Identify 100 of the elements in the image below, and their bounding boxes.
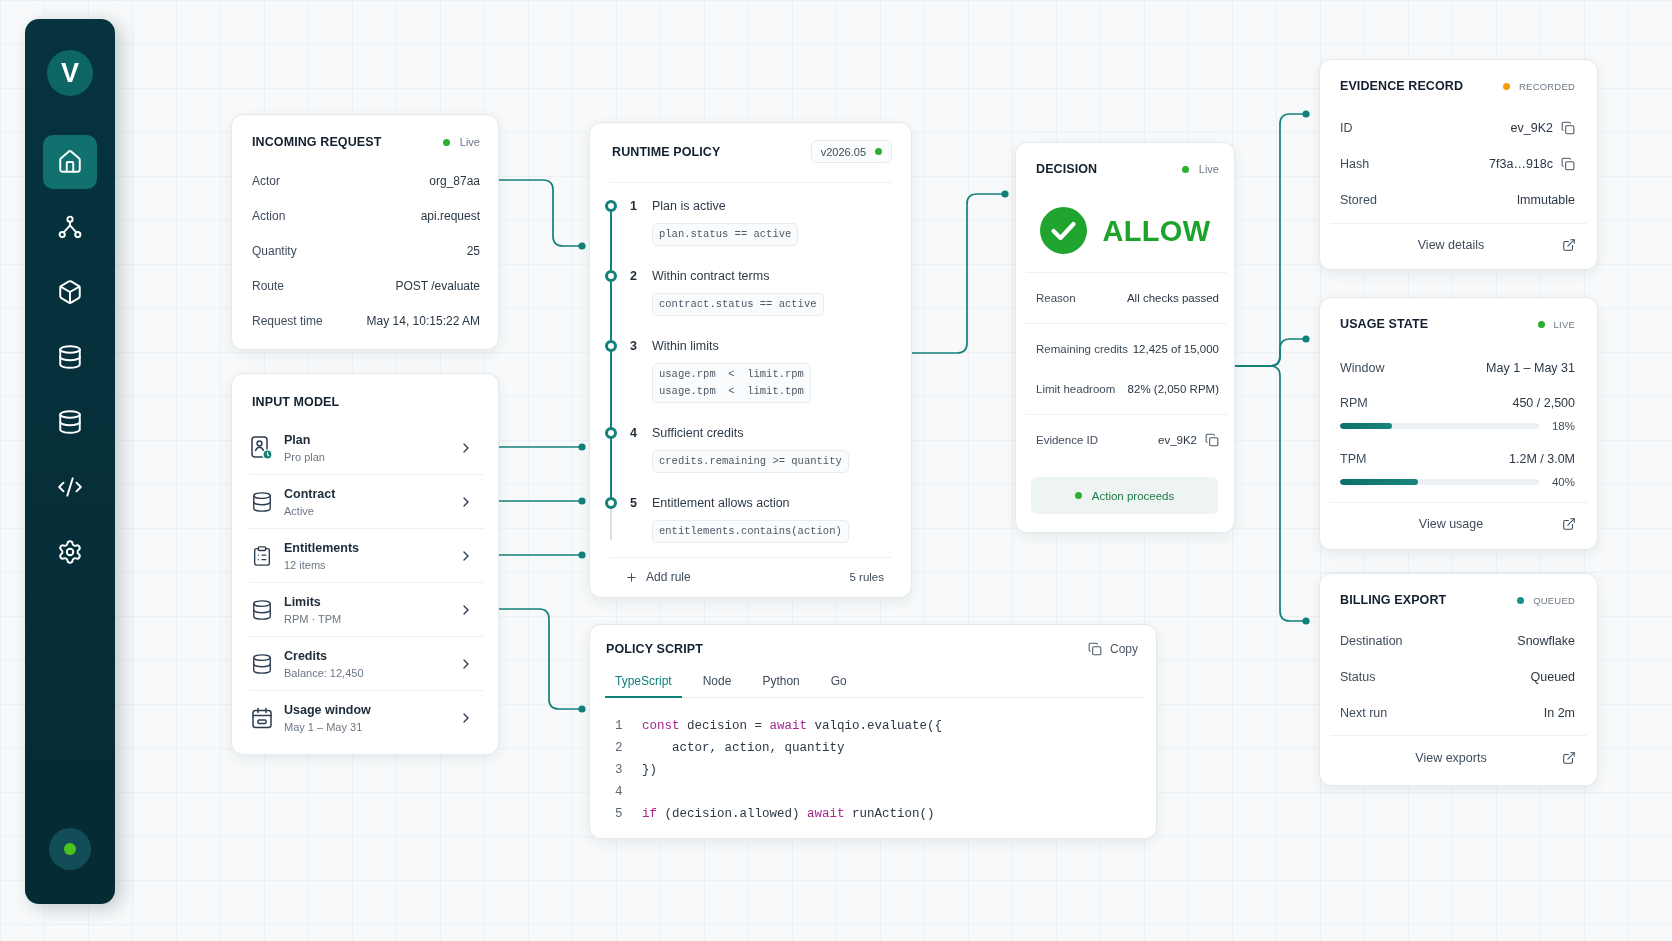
card-title: POLICY SCRIPT xyxy=(606,641,703,657)
copy-icon[interactable] xyxy=(1561,121,1575,135)
rule-title: Entitlement allows action xyxy=(652,494,790,512)
field-value: 7f3a…918c xyxy=(1489,157,1553,171)
clipboard-list-icon xyxy=(251,544,273,567)
field-value: 12,425 of 15,000 xyxy=(1132,343,1219,355)
external-link-icon xyxy=(1562,751,1576,765)
input-model-item[interactable]: Credits Balance: 12,450 xyxy=(249,637,484,691)
status-label: QUEUED xyxy=(1533,594,1575,606)
language-tab[interactable]: Go xyxy=(820,667,857,698)
verdict-label: ALLOW xyxy=(1102,213,1211,248)
rule-number: 1 xyxy=(630,197,637,215)
field-value: 450 / 2,500 xyxy=(1512,396,1575,410)
line-number: 1 xyxy=(615,719,624,733)
settings-icon xyxy=(57,539,83,565)
field-label: Route xyxy=(252,278,285,293)
rule-title: Sufficient credits xyxy=(652,424,744,442)
check-circle-icon xyxy=(1039,207,1087,254)
card-title: INPUT MODEL xyxy=(252,394,340,410)
database-icon xyxy=(57,409,83,435)
input-model-item[interactable]: Entitlements 12 items xyxy=(249,529,484,583)
rule-number: 5 xyxy=(630,494,637,512)
line-number: 2 xyxy=(615,741,624,755)
field-value: May 14, 10:15:22 AM xyxy=(366,313,480,328)
field-label: Evidence ID xyxy=(1036,434,1098,446)
input-model-item[interactable]: Limits RPM · TPM xyxy=(249,583,484,637)
input-model-item[interactable]: Usage window May 1 – May 31 xyxy=(249,691,484,745)
database-icon xyxy=(57,344,83,370)
line-number: 3 xyxy=(615,763,624,777)
language-tab[interactable]: Python xyxy=(752,667,810,698)
rule-title: Plan is active xyxy=(652,197,726,215)
code-line: actor, action, quantity xyxy=(671,741,845,755)
rule-number: 3 xyxy=(630,337,637,355)
database-icon xyxy=(251,598,273,621)
copy-icon[interactable] xyxy=(1205,433,1219,447)
field-label: Remaining credits xyxy=(1036,343,1129,355)
card-footer-link[interactable]: View details xyxy=(1330,234,1587,256)
field-value: Snowflake xyxy=(1517,634,1575,648)
field-value: Queued xyxy=(1530,670,1575,684)
version-label: v2026.05 xyxy=(820,145,866,158)
code-snippet: entitlements.contains(action) xyxy=(652,519,849,543)
field-label: Quantity xyxy=(252,243,297,258)
field-label: Hash xyxy=(1340,157,1370,171)
rule-title: Within contract terms xyxy=(652,267,770,285)
card-footer-link[interactable]: View usage xyxy=(1330,513,1587,535)
field-label: Reason xyxy=(1036,292,1076,304)
field-label: TPM xyxy=(1340,452,1367,466)
field-value: 25 xyxy=(466,243,480,258)
rule-number: 2 xyxy=(630,267,637,285)
calendar-icon xyxy=(251,707,273,729)
field-label: RPM xyxy=(1340,396,1368,410)
line-number: 4 xyxy=(615,785,624,799)
field-value: 1.2M / 3.0M xyxy=(1509,452,1575,466)
field-value: api.request xyxy=(420,208,480,223)
outcome-label: Action proceeds xyxy=(1091,489,1175,502)
input-model-item[interactable]: Contract Active xyxy=(249,475,484,529)
card-footer-link[interactable]: View exports xyxy=(1330,747,1587,769)
database-icon xyxy=(251,652,273,675)
home-icon xyxy=(57,149,83,175)
percent-label: 18% xyxy=(1551,420,1575,432)
line-number: 5 xyxy=(615,807,624,821)
code-line: }) xyxy=(642,763,657,777)
external-link-icon xyxy=(1562,517,1576,531)
copy-button[interactable]: Copy xyxy=(1088,642,1138,656)
user-document-icon xyxy=(251,435,273,460)
input-model-item[interactable]: Plan Pro plan xyxy=(249,421,484,475)
field-label: Next run xyxy=(1340,706,1388,720)
code-snippet: contract.status == active xyxy=(652,292,824,316)
field-value: org_87aa xyxy=(429,173,480,188)
field-value: ev_9K2 xyxy=(1510,121,1553,135)
nav-button[interactable] xyxy=(43,135,97,189)
status-label: Live xyxy=(1198,163,1219,175)
rule-count: 5 rules xyxy=(849,571,884,584)
field-label: Actor xyxy=(252,173,280,188)
code-line: if (decision.allowed) await runAction() xyxy=(642,807,935,821)
copy-icon[interactable] xyxy=(1561,157,1575,171)
cube-icon xyxy=(57,279,83,305)
percent-label: 40% xyxy=(1551,476,1575,488)
field-label: Request time xyxy=(252,313,323,328)
field-label: Destination xyxy=(1340,634,1403,648)
code-snippet: plan.status == active xyxy=(652,222,799,246)
code-snippet: usage.rpm < limit.rpm usage.tpm < limit.tpm xyxy=(652,362,811,403)
app-logo: V xyxy=(47,50,93,96)
field-value: 82% (2,050 RPM) xyxy=(1127,383,1219,395)
add-rule-button[interactable]: Add rule xyxy=(625,570,691,585)
field-label: Action xyxy=(252,208,286,223)
status-label: LIVE xyxy=(1553,318,1575,330)
card-title: EVIDENCE RECORD xyxy=(1340,78,1464,94)
copy-icon xyxy=(1088,642,1102,656)
card-title: USAGE STATE xyxy=(1340,316,1429,332)
language-tab[interactable]: Node xyxy=(692,667,742,698)
field-value: All checks passed xyxy=(1126,292,1219,304)
status-label: RECORDED xyxy=(1519,80,1575,92)
field-value: ev_9K2 xyxy=(1158,434,1197,446)
database-icon xyxy=(251,490,273,513)
field-value: May 1 – May 31 xyxy=(1486,361,1575,375)
field-value: POST /evaluate xyxy=(395,278,480,293)
network-icon xyxy=(57,214,83,240)
field-label: ID xyxy=(1340,121,1353,135)
language-tab[interactable]: TypeScript xyxy=(605,667,682,698)
